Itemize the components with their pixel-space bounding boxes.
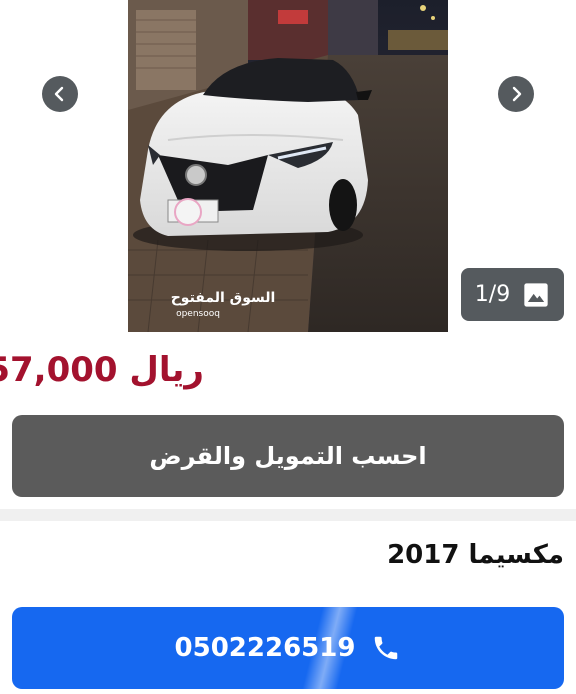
image-counter-text: 1/9 bbox=[474, 282, 511, 307]
calculate-finance-button[interactable]: احسب التمويل والقرض bbox=[12, 415, 564, 497]
price-currency: ريال bbox=[129, 350, 204, 390]
image-gallery[interactable]: السوق المفتوح opensooq 1/9 bbox=[0, 0, 576, 333]
watermark-latin: opensooq bbox=[176, 309, 220, 319]
listing-title: مكسيما 2017 bbox=[387, 540, 564, 570]
price-label: ريال 57,000 bbox=[0, 349, 204, 391]
watermark-arabic: السوق المفتوح bbox=[171, 290, 276, 306]
calculate-finance-label: احسب التمويل والقرض bbox=[149, 442, 427, 470]
call-button[interactable]: 0502226519 bbox=[12, 607, 564, 689]
car-photo-illustration: السوق المفتوح opensooq bbox=[128, 0, 448, 332]
car-photo[interactable]: السوق المفتوح opensooq bbox=[128, 0, 448, 332]
phone-icon bbox=[371, 633, 401, 663]
image-counter-button[interactable]: 1/9 bbox=[461, 268, 564, 321]
next-image-button[interactable] bbox=[498, 76, 534, 112]
chevron-left-icon bbox=[54, 86, 64, 102]
price-amount: 57,000 bbox=[0, 350, 118, 390]
chevron-right-icon bbox=[512, 86, 522, 102]
section-divider bbox=[0, 509, 576, 521]
phone-number: 0502226519 bbox=[174, 633, 356, 663]
image-icon bbox=[522, 281, 550, 309]
previous-image-button[interactable] bbox=[42, 76, 78, 112]
